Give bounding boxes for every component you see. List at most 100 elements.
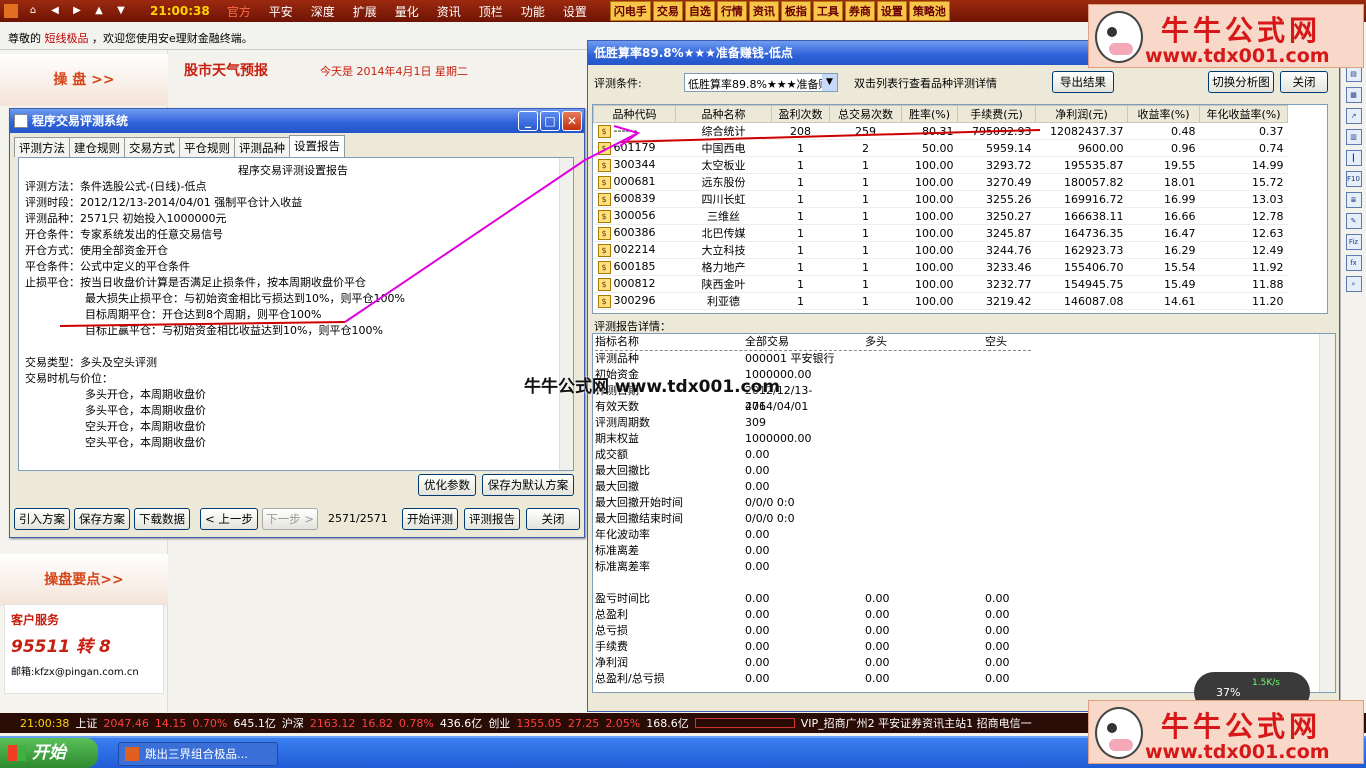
line-chart-icon[interactable]: ↗: [1345, 108, 1362, 124]
column-header[interactable]: 总交易次数: [829, 105, 902, 123]
formula-icon[interactable]: fx: [1345, 255, 1362, 271]
table-row[interactable]: $ ------ 综合统计 208 259 80.31 795092.93 12082437.…: [593, 122, 1288, 140]
table-row[interactable]: $000812 陕西金叶 1 1 100.00 3232.77 154945.75 15.49…: [593, 275, 1288, 293]
quick-watchlist[interactable]: 自选: [684, 1, 715, 21]
table-row[interactable]: $000681 远东股份 1 1 100.00 3270.49 180057.82 18.01…: [593, 173, 1288, 191]
detail-cell: [865, 543, 985, 559]
menu-official[interactable]: 官方: [218, 3, 260, 20]
note-icon[interactable]: ✎: [1345, 213, 1362, 229]
tab-open-rules[interactable]: 建仓规则: [69, 137, 125, 157]
switch-chart-button[interactable]: 切换分析图: [1208, 71, 1274, 93]
weather-title[interactable]: 股市天气预报: [184, 60, 268, 80]
column-header[interactable]: 年化收益率(%): [1199, 105, 1288, 123]
tab-close-rules[interactable]: 平仓规则: [179, 137, 235, 157]
menu-function[interactable]: 功能: [512, 3, 554, 20]
server-list[interactable]: VIP_招商广州2 平安证券资讯主站1 招商电信一: [801, 715, 1032, 731]
menu-news[interactable]: 资讯: [428, 3, 470, 20]
maximize-icon[interactable]: □: [540, 111, 560, 131]
sh-label[interactable]: 上证: [75, 715, 97, 731]
menu-pingan[interactable]: 平安: [260, 3, 302, 20]
stock-icon: $: [597, 294, 611, 308]
up-icon[interactable]: ▲: [92, 4, 106, 18]
close-icon[interactable]: ✕: [562, 111, 582, 131]
quick-broker[interactable]: 券商: [844, 1, 875, 21]
down-icon[interactable]: ▼: [114, 4, 128, 18]
cond-select[interactable]: 低胜算率89.8%★★★准备赚钱 ▼: [684, 73, 838, 92]
quick-tools[interactable]: 工具: [812, 1, 843, 21]
table-row[interactable]: $300056 三维丝 1 1 100.00 3250.27 166638.11 16.66 1…: [593, 207, 1288, 225]
report-text-area[interactable]: 程序交易评测设置报告 评测方法：条件选股公式-(日线)-低点 评测时段：2012/…: [18, 157, 574, 471]
quote-icon[interactable]: ▤: [1345, 66, 1362, 82]
cy-label[interactable]: 创业: [488, 715, 510, 731]
quick-news[interactable]: 资讯: [748, 1, 779, 21]
download-data-button[interactable]: 下载数据: [134, 508, 190, 530]
dialog1-titlebar[interactable]: 程序交易评测系统 _ □ ✕: [10, 109, 584, 133]
result-grid[interactable]: 品种代码 品种名称 盈利次数 总交易次数 胜率(%) 手续费(元) 净利润(元) 收益率(%)…: [592, 104, 1328, 314]
table-row[interactable]: $600839 四川长虹 1 1 100.00 3255.26 169916.72 16.99…: [593, 190, 1288, 208]
table-row[interactable]: $600386 北巴传媒 1 1 100.00 3245.87 164736.35 16.47…: [593, 224, 1288, 242]
start-eval-button[interactable]: 开始评测: [402, 508, 458, 530]
menu-quant[interactable]: 量化: [386, 3, 428, 20]
table-icon[interactable]: ▦: [1345, 87, 1362, 103]
optimize-button[interactable]: 优化参数: [418, 474, 476, 496]
quick-index[interactable]: 板指: [780, 1, 811, 21]
import-plan-button[interactable]: 引入方案: [14, 508, 70, 530]
table-row[interactable]: $300344 太空板业 1 1 100.00 3293.72 195535.87 19.55…: [593, 156, 1288, 174]
table-row[interactable]: $300296 利亚德 1 1 100.00 3219.42 146087.08 14.61 1…: [593, 292, 1288, 310]
column-header[interactable]: 品种名称: [675, 105, 772, 123]
start-button[interactable]: 开始: [0, 738, 98, 768]
nav-trading[interactable]: 操 盘 >>: [0, 54, 168, 106]
tab-eval-method[interactable]: 评测方法: [14, 137, 70, 157]
back-icon[interactable]: ◀: [48, 4, 62, 18]
dialog2-close-button[interactable]: 关闭: [1280, 71, 1328, 93]
column-header[interactable]: 胜率(%): [901, 105, 958, 123]
table-cell: 19.55: [1127, 156, 1200, 174]
detail-cell: [985, 447, 1105, 463]
detail-scrollbar[interactable]: [1319, 334, 1335, 692]
column-header[interactable]: 收益率(%): [1127, 105, 1200, 123]
tab-report[interactable]: 设置报告: [289, 135, 345, 157]
export-button[interactable]: 导出结果: [1052, 71, 1114, 93]
table-row[interactable]: $600185 格力地产 1 1 100.00 3233.46 155406.70 15.54…: [593, 258, 1288, 276]
quick-strategy[interactable]: 策略池: [908, 1, 950, 21]
prev-step-button[interactable]: < 上一步: [200, 508, 258, 530]
menu-depth[interactable]: 深度: [302, 3, 344, 20]
bar-chart-icon[interactable]: ▥: [1345, 129, 1362, 145]
dialog1-close-button[interactable]: 关闭: [526, 508, 580, 530]
detail-row: 最大回撤结束时间 0/0/0 0:0: [593, 511, 1335, 527]
home-icon[interactable]: ⌂: [26, 4, 40, 18]
save-default-button[interactable]: 保存为默认方案: [482, 474, 574, 496]
nav-key-points[interactable]: 操盘要点>>: [0, 554, 168, 606]
quick-trade[interactable]: 交易: [652, 1, 683, 21]
tab-eval-symbols[interactable]: 评测品种: [234, 137, 290, 157]
taskbar-app[interactable]: 跳出三界组合极品...: [118, 742, 278, 766]
menu-extend[interactable]: 扩展: [344, 3, 386, 20]
forward-icon[interactable]: ▶: [70, 4, 84, 18]
kline-icon[interactable]: ┃: [1345, 150, 1362, 166]
chevron-down-icon[interactable]: ▼: [822, 74, 837, 91]
table-row[interactable]: $601179 中国西电 1 2 50.00 5959.14 9600.00 0.96 0.74: [593, 139, 1288, 157]
menu-settings[interactable]: 设置: [554, 3, 596, 20]
welcome-highlight[interactable]: 短线极品: [45, 32, 89, 45]
eval-report-button[interactable]: 评测报告: [464, 508, 520, 530]
table-cell: 1: [829, 156, 902, 174]
minimize-icon[interactable]: _: [518, 111, 538, 131]
table-row[interactable]: $002214 大立科技 1 1 100.00 3244.76 162923.73 16.29…: [593, 241, 1288, 259]
column-header[interactable]: 品种代码: [593, 105, 676, 123]
column-header[interactable]: 盈利次数: [771, 105, 830, 123]
save-plan-button[interactable]: 保存方案: [74, 508, 130, 530]
quick-quotes[interactable]: 行情: [716, 1, 747, 21]
menu-topbar[interactable]: 顶栏: [470, 3, 512, 20]
quick-flash[interactable]: 闪电手: [609, 1, 651, 21]
fiz-icon[interactable]: Fiz: [1345, 234, 1362, 250]
search-icon[interactable]: ⌕: [1345, 276, 1362, 292]
column-header[interactable]: 手续费(元): [957, 105, 1036, 123]
detail-column-header: 指标名称: [595, 335, 639, 348]
news-icon[interactable]: ≣: [1345, 192, 1362, 208]
sz-label[interactable]: 沪深: [282, 715, 304, 731]
tab-trade-mode[interactable]: 交易方式: [124, 137, 180, 157]
f10-icon[interactable]: F10: [1345, 171, 1362, 187]
column-header[interactable]: 净利润(元): [1035, 105, 1128, 123]
report-scrollbar[interactable]: [559, 158, 573, 470]
quick-settings[interactable]: 设置: [876, 1, 907, 21]
